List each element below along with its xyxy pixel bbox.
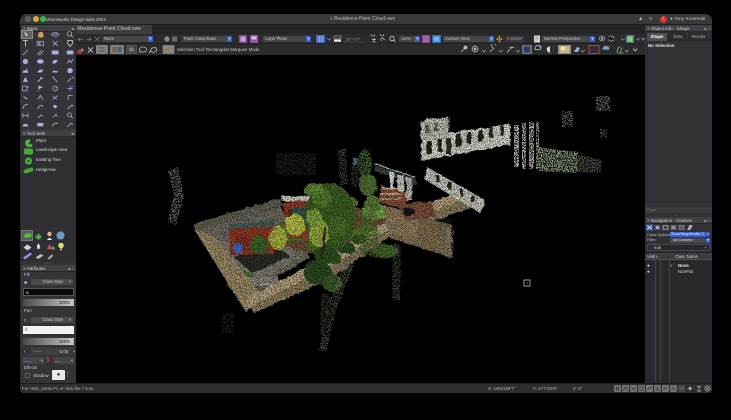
svg-text:1/8"=1'0": 1/8"=1'0" xyxy=(345,38,361,42)
svg-text:Selection Tool: Rectangular Ma: Selection Tool: Rectangular Marquee Mode xyxy=(177,47,260,52)
